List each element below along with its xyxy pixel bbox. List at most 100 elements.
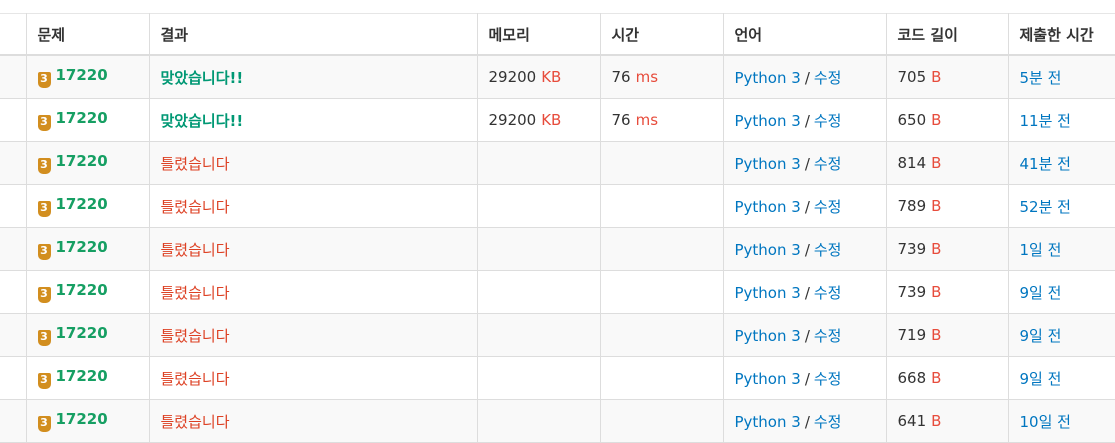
problem-cell: 3 17220: [26, 399, 150, 443]
time-unit: ms: [635, 111, 659, 129]
edit-link[interactable]: 수정: [814, 155, 842, 173]
code-length-unit: B: [931, 68, 942, 86]
submitted-time-cell: 52분 전: [1008, 184, 1115, 228]
language-link[interactable]: Python 3: [735, 69, 801, 87]
language-cell: Python 3/수정: [723, 270, 887, 314]
memory-cell: [477, 399, 601, 443]
memory-value: 29200: [488, 68, 537, 86]
table-header-row: 문제 결과 메모리 시간 언어 코드 길이 제출한 시간: [0, 13, 1115, 56]
problem-link[interactable]: 17220: [56, 367, 108, 385]
edit-link[interactable]: 수정: [814, 69, 842, 87]
problem-cell: 3 17220: [26, 313, 150, 357]
edit-link[interactable]: 수정: [814, 198, 842, 216]
header-code-length: 코드 길이: [886, 13, 1009, 56]
result-text: 맞았습니다!!: [160, 68, 244, 87]
edit-link[interactable]: 수정: [814, 241, 842, 259]
code-length-unit: B: [931, 111, 942, 129]
submission-id-cell: [0, 313, 27, 357]
problem-link[interactable]: 17220: [56, 109, 108, 127]
header-result: 결과: [149, 13, 478, 56]
table-row: 3 17220 틀렸습니다 Python 3/수정 814 B 41분 전: [0, 141, 1115, 185]
language-separator: /: [804, 111, 810, 130]
problem-link[interactable]: 17220: [56, 66, 108, 84]
bronze-tier-badge-icon: 3: [37, 72, 51, 88]
bronze-tier-badge-icon: 3: [37, 115, 51, 131]
edit-link[interactable]: 수정: [814, 284, 842, 302]
submitted-time-link[interactable]: 10일 전: [1020, 413, 1071, 431]
edit-link[interactable]: 수정: [814, 370, 842, 388]
language-separator: /: [804, 240, 810, 259]
result-text: 틀렸습니다: [160, 369, 230, 388]
submitted-time-link[interactable]: 41분 전: [1020, 155, 1071, 173]
submitted-time-link[interactable]: 11분 전: [1020, 112, 1071, 130]
code-length-unit: B: [931, 369, 942, 387]
language-link[interactable]: Python 3: [735, 198, 801, 216]
result-text: 틀렸습니다: [160, 240, 230, 259]
time-value: 76: [611, 111, 631, 129]
result-text: 틀렸습니다: [160, 326, 230, 345]
edit-link[interactable]: 수정: [814, 413, 842, 431]
memory-unit: KB: [541, 68, 562, 86]
language-cell: Python 3/수정: [723, 313, 887, 357]
language-separator: /: [804, 197, 810, 216]
language-cell: Python 3/수정: [723, 141, 887, 185]
time-value: 76: [611, 68, 631, 86]
bronze-tier-badge-icon: 3: [37, 158, 51, 174]
memory-cell: [477, 227, 601, 271]
language-link[interactable]: Python 3: [735, 284, 801, 302]
language-link[interactable]: Python 3: [735, 155, 801, 173]
time-cell: [600, 270, 724, 314]
result-text: 틀렸습니다: [160, 154, 230, 173]
header-problem: 문제: [26, 13, 150, 56]
table-row: 3 17220 맞았습니다!! 29200 KB 76 ms Python 3/수정 705 B 5…: [0, 55, 1115, 99]
language-separator: /: [804, 369, 810, 388]
header-submitted-time: 제출한 시간: [1008, 13, 1115, 56]
result-text: 맞았습니다!!: [160, 111, 244, 130]
result-cell: 틀렸습니다: [149, 227, 478, 271]
code-length-value: 814: [897, 154, 927, 172]
submitted-time-link[interactable]: 5분 전: [1020, 69, 1062, 87]
result-cell: 틀렸습니다: [149, 356, 478, 400]
edit-link[interactable]: 수정: [814, 112, 842, 130]
result-text: 틀렸습니다: [160, 283, 230, 302]
header-time: 시간: [600, 13, 724, 56]
submitted-time-link[interactable]: 52분 전: [1020, 198, 1071, 216]
submitted-time-link[interactable]: 9일 전: [1020, 327, 1062, 345]
submission-id-cell: [0, 399, 27, 443]
bronze-tier-badge-icon: 3: [37, 287, 51, 303]
language-link[interactable]: Python 3: [735, 413, 801, 431]
language-separator: /: [804, 412, 810, 431]
header-language: 언어: [723, 13, 887, 56]
problem-link[interactable]: 17220: [56, 238, 108, 256]
problem-cell: 3 17220: [26, 98, 150, 142]
bronze-tier-badge-icon: 3: [37, 373, 51, 389]
memory-cell: 29200 KB: [477, 98, 601, 142]
language-link[interactable]: Python 3: [735, 370, 801, 388]
submitted-time-link[interactable]: 1일 전: [1020, 241, 1062, 259]
edit-link[interactable]: 수정: [814, 327, 842, 345]
result-cell: 틀렸습니다: [149, 313, 478, 357]
problem-cell: 3 17220: [26, 356, 150, 400]
problem-link[interactable]: 17220: [56, 410, 108, 428]
result-cell: 틀렸습니다: [149, 184, 478, 228]
problem-link[interactable]: 17220: [56, 195, 108, 213]
submitted-time-link[interactable]: 9일 전: [1020, 284, 1062, 302]
submission-id-cell: [0, 55, 27, 99]
result-cell: 틀렸습니다: [149, 270, 478, 314]
language-link[interactable]: Python 3: [735, 241, 801, 259]
problem-cell: 3 17220: [26, 141, 150, 185]
problem-link[interactable]: 17220: [56, 152, 108, 170]
table-row: 3 17220 틀렸습니다 Python 3/수정 739 B 9일 전: [0, 270, 1115, 314]
result-cell: 틀렸습니다: [149, 141, 478, 185]
problem-link[interactable]: 17220: [56, 281, 108, 299]
problem-cell: 3 17220: [26, 227, 150, 271]
bronze-tier-badge-icon: 3: [37, 330, 51, 346]
problem-link[interactable]: 17220: [56, 324, 108, 342]
language-link[interactable]: Python 3: [735, 327, 801, 345]
header-submission-id: [0, 13, 27, 56]
code-length-unit: B: [931, 154, 942, 172]
language-link[interactable]: Python 3: [735, 112, 801, 130]
header-memory: 메모리: [477, 13, 601, 56]
language-separator: /: [804, 326, 810, 345]
submitted-time-link[interactable]: 9일 전: [1020, 370, 1062, 388]
